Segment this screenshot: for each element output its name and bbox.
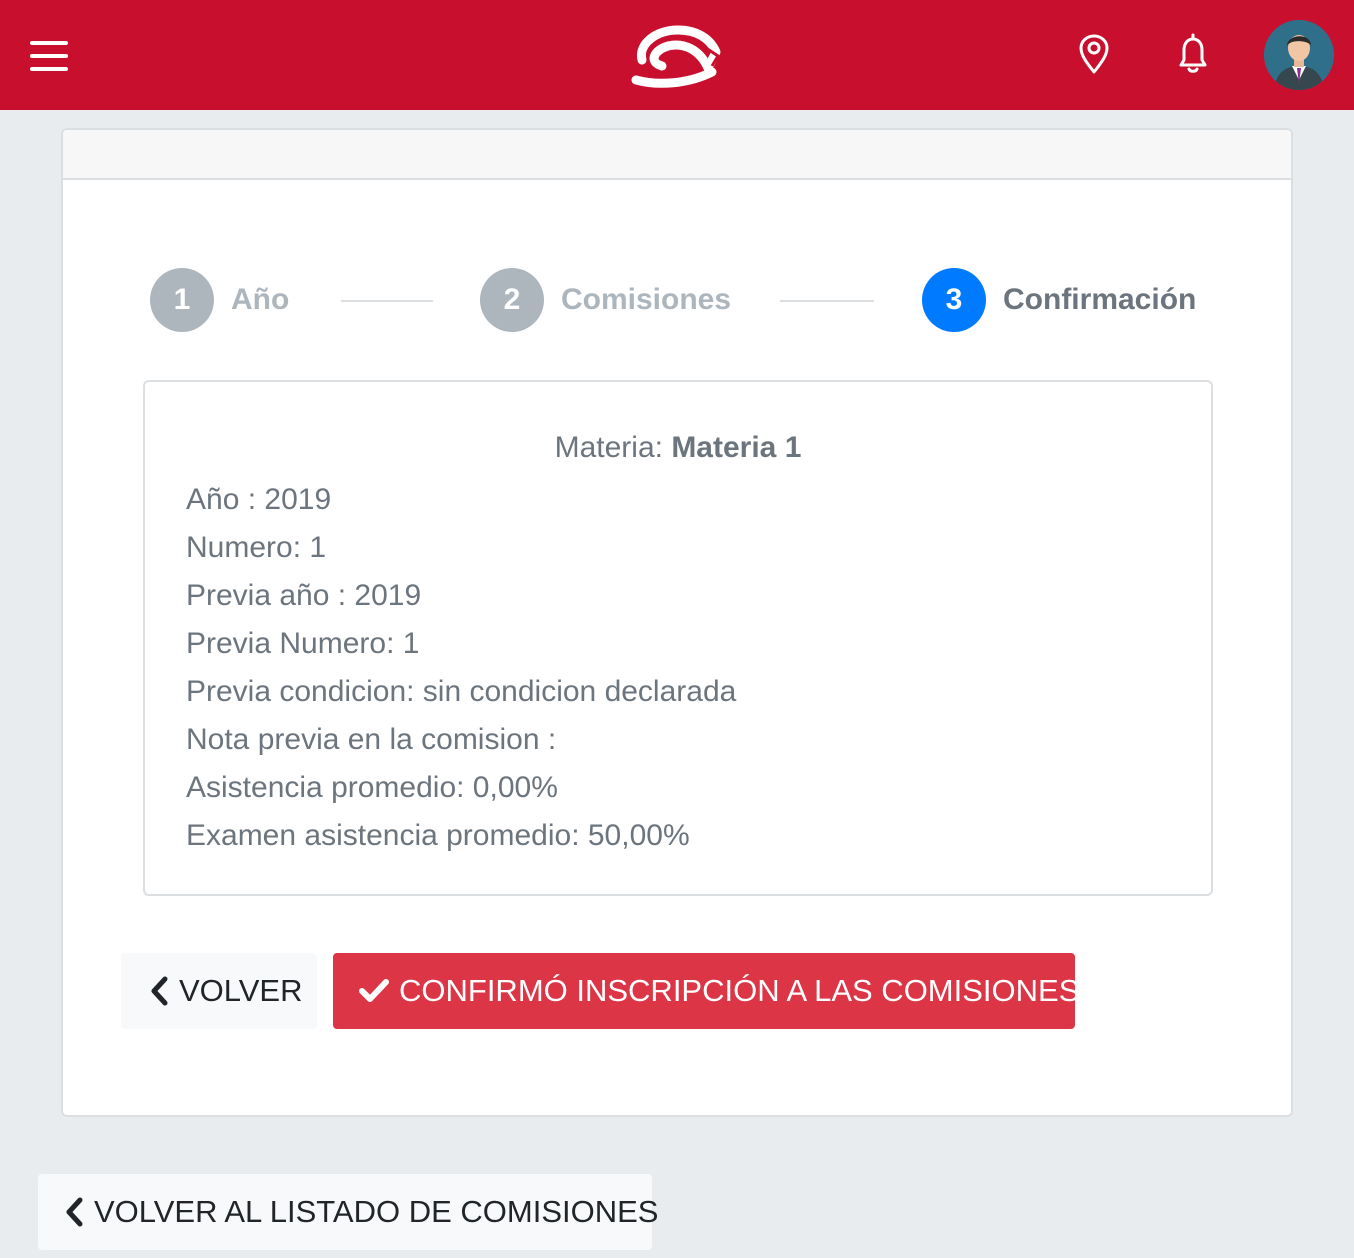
step-year: 1 Año xyxy=(150,268,289,332)
confirm-button-label: CONFIRMÓ INSCRIPCIÓN A LAS COMISIONES xyxy=(399,973,1080,1008)
chevron-left-icon xyxy=(66,1197,83,1227)
confirm-inscription-button[interactable]: CONFIRMÓ INSCRIPCIÓN A LAS COMISIONES xyxy=(333,953,1079,1029)
step-connector xyxy=(341,300,433,302)
subject-detail-box: Materia: Materia 1 Año : 2019 Numero: 1 … xyxy=(143,380,1213,896)
check-icon xyxy=(359,979,389,1002)
subject-title: Materia: Materia 1 xyxy=(145,428,1211,468)
detail-prev-condition: Previa condicion: sin condicion declarad… xyxy=(186,675,737,708)
subject-label: Materia: xyxy=(554,431,672,464)
step-confirmation: 3 Confirmación xyxy=(922,268,1196,332)
step-commissions: 2 Comisiones xyxy=(480,268,731,332)
map-pin-icon[interactable] xyxy=(1074,32,1114,76)
step-label: Confirmación xyxy=(1003,283,1197,316)
inscription-card: 1 Año 2 Comisiones 3 Confirmación Materi… xyxy=(61,128,1293,1117)
back-button[interactable]: VOLVER xyxy=(121,953,317,1029)
step-label: Año xyxy=(231,283,290,316)
hamburger-menu-icon[interactable] xyxy=(28,38,72,74)
step-label: Comisiones xyxy=(561,283,732,316)
detail-exam-attendance: Examen asistencia promedio: 50,00% xyxy=(186,819,690,852)
step-number: 3 xyxy=(922,268,986,332)
brand-logo[interactable] xyxy=(628,22,724,88)
chevron-left-icon xyxy=(151,976,168,1006)
detail-number: Numero: 1 xyxy=(186,531,327,564)
step-number: 1 xyxy=(150,268,214,332)
back-to-list-label: VOLVER AL LISTADO DE COMISIONES xyxy=(94,1194,659,1229)
back-button-label: VOLVER xyxy=(179,973,303,1008)
detail-year: Año : 2019 xyxy=(186,483,332,516)
back-to-list-button[interactable]: VOLVER AL LISTADO DE COMISIONES xyxy=(38,1174,658,1250)
detail-prev-grade: Nota previa en la comision : xyxy=(186,723,557,756)
top-navbar xyxy=(0,0,1354,110)
detail-prev-number: Previa Numero: 1 xyxy=(186,627,420,660)
bell-icon[interactable] xyxy=(1173,32,1213,76)
detail-prev-year: Previa año : 2019 xyxy=(186,579,422,612)
card-header xyxy=(63,130,1291,180)
user-avatar[interactable] xyxy=(1264,20,1334,90)
detail-attendance: Asistencia promedio: 0,00% xyxy=(186,771,558,804)
detail-list: Año : 2019 Numero: 1 Previa año : 2019 P… xyxy=(186,476,736,860)
subject-value: Materia 1 xyxy=(671,431,802,464)
step-number: 2 xyxy=(480,268,544,332)
step-connector xyxy=(780,300,874,302)
